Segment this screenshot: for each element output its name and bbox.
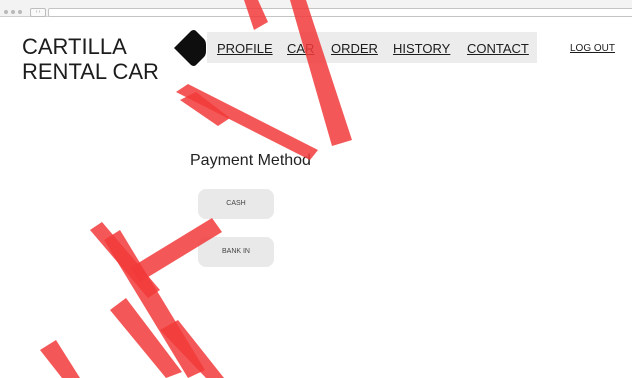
page-title: Payment Method (190, 152, 311, 169)
nav-history[interactable]: HISTORY (393, 41, 450, 56)
nav-profile[interactable]: PROFILE (217, 41, 273, 56)
window-minimize-dot[interactable] (11, 10, 15, 14)
bank-in-button[interactable]: BANK IN (198, 237, 274, 267)
browser-back-forward[interactable]: ‹ › (30, 8, 46, 17)
logo: CARTILLA RENTAL CAR (22, 34, 159, 84)
logo-line-1: CARTILLA (22, 34, 127, 59)
address-bar[interactable] (48, 8, 632, 17)
back-arrow-icon[interactable] (172, 29, 206, 67)
nav-contact[interactable]: CONTACT (467, 41, 529, 56)
browser-toolbar: ‹ › (0, 0, 632, 17)
window-close-dot[interactable] (4, 10, 8, 14)
window-maximize-dot[interactable] (18, 10, 22, 14)
app-window: ‹ › CARTILLA RENTAL CAR PROFILE CAR ORDE… (0, 0, 632, 378)
logo-line-2: RENTAL CAR (22, 59, 159, 84)
main-nav: PROFILE CAR ORDER HISTORY CONTACT (207, 32, 537, 63)
nav-order[interactable]: ORDER (331, 41, 378, 56)
cash-button[interactable]: CASH (198, 189, 274, 219)
nav-car[interactable]: CAR (287, 41, 314, 56)
logout-link[interactable]: LOG OUT (570, 43, 615, 55)
